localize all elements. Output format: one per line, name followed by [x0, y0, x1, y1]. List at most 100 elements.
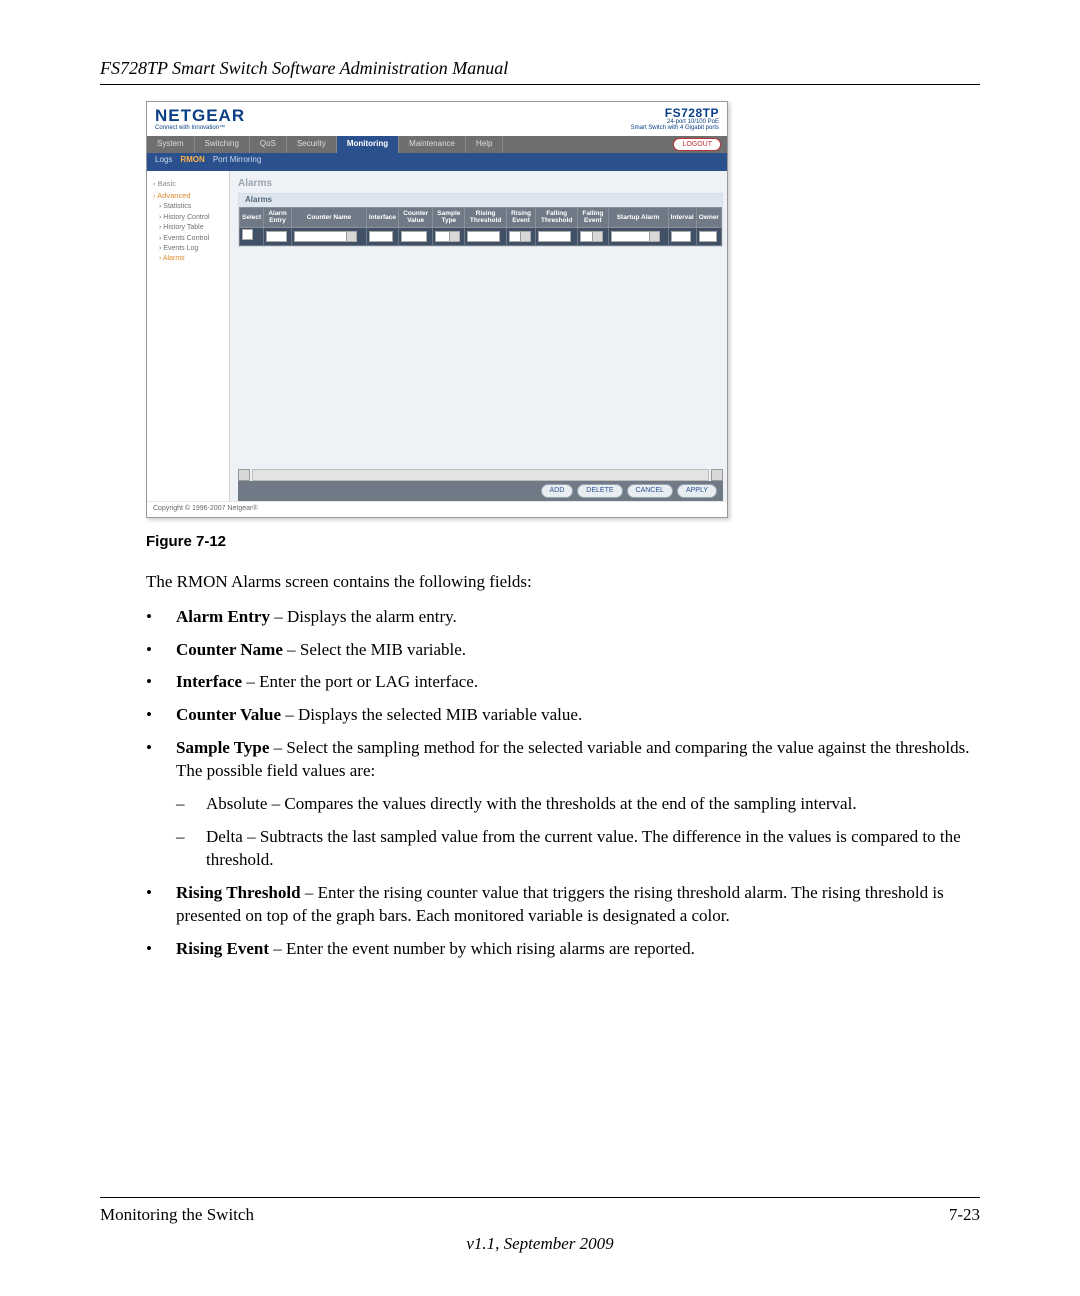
counter-value-input[interactable]: [401, 231, 427, 242]
content-title: Alarms: [238, 177, 723, 191]
col-counter-value: Counter Value: [399, 208, 433, 227]
sublist: Absolute – Compares the values directly …: [176, 793, 980, 872]
copyright: Copyright © 1996-2007 Netgear®: [147, 501, 727, 517]
list-item: Sample Type – Select the sampling method…: [146, 737, 980, 872]
horizontal-scrollbar[interactable]: [238, 469, 723, 481]
list-item: Counter Value – Displays the selected MI…: [146, 704, 980, 727]
list-term: Rising Threshold: [176, 883, 301, 902]
list-desc: – Displays the selected MIB variable val…: [281, 705, 582, 724]
scroll-track[interactable]: [252, 469, 709, 481]
list-term: Counter Name: [176, 640, 283, 659]
startup-alarm-select[interactable]: [611, 231, 661, 242]
tab-switching[interactable]: Switching: [195, 136, 250, 153]
panel-title: Alarms: [239, 194, 722, 207]
secondary-nav: Logs RMON Port Mirroring: [147, 153, 727, 171]
app-header: NETGEAR Connect with Innovation™ FS728TP…: [147, 102, 727, 136]
sidebar-item-history-table[interactable]: History Table: [159, 223, 225, 232]
scroll-left-icon[interactable]: [238, 469, 250, 481]
col-counter-name: Counter Name: [291, 208, 366, 227]
sidebar-group-basic[interactable]: Basic: [153, 179, 225, 189]
logout-button[interactable]: LOGOUT: [673, 138, 721, 151]
list-desc: – Displays the alarm entry.: [270, 607, 457, 626]
list-item: Rising Event – Enter the event number by…: [146, 938, 980, 961]
brand-name: NETGEAR: [155, 107, 245, 124]
action-bar: ADD DELETE CANCEL APPLY: [238, 481, 723, 501]
list-item: Counter Name – Select the MIB variable.: [146, 639, 980, 662]
sidebar-item-alarms[interactable]: Alarms: [159, 254, 225, 263]
model-sub2: Smart Switch with 4 Gigabit ports: [631, 125, 719, 131]
field-list: Alarm Entry – Displays the alarm entry. …: [146, 606, 980, 961]
col-rising-event: Rising Event: [506, 208, 535, 227]
add-button[interactable]: ADD: [541, 484, 574, 498]
col-select: Select: [240, 208, 264, 227]
tab-qos[interactable]: QoS: [250, 136, 287, 153]
sidebar: Basic Advanced Statistics History Contro…: [147, 171, 230, 501]
tab-maintenance[interactable]: Maintenance: [399, 136, 466, 153]
interface-input[interactable]: [369, 231, 393, 242]
falling-event-select[interactable]: [580, 231, 603, 242]
brand-tagline: Connect with Innovation™: [155, 124, 245, 132]
list-term: Interface: [176, 672, 242, 691]
tab-monitoring[interactable]: Monitoring: [337, 136, 399, 153]
list-desc: – Select the sampling method for the sel…: [176, 738, 969, 780]
alarms-table: Select Alarm Entry Counter Name Interfac…: [239, 207, 722, 245]
col-startup-alarm: Startup Alarm: [608, 208, 668, 227]
sample-type-select[interactable]: [435, 231, 459, 242]
page-footer: Monitoring the Switch 7-23 v1.1, Septemb…: [100, 1197, 980, 1256]
alarms-panel: Alarms Select Alarm Entry Counter Name I…: [238, 193, 723, 246]
sublist-item: Delta – Subtracts the last sampled value…: [176, 826, 980, 872]
col-interface: Interface: [366, 208, 398, 227]
apply-button[interactable]: APPLY: [677, 484, 717, 498]
falling-threshold-input[interactable]: [538, 231, 571, 242]
subtab-port-mirroring[interactable]: Port Mirroring: [213, 155, 261, 166]
list-desc: – Enter the port or LAG interface.: [242, 672, 478, 691]
col-falling-threshold: Falling Threshold: [536, 208, 578, 227]
list-desc: – Enter the event number by which rising…: [269, 939, 695, 958]
manual-page: FS728TP Smart Switch Software Administra…: [0, 0, 1080, 1296]
list-desc: – Select the MIB variable.: [283, 640, 466, 659]
sidebar-item-history-control[interactable]: History Control: [159, 213, 225, 222]
delete-button[interactable]: DELETE: [577, 484, 622, 498]
rising-threshold-input[interactable]: [467, 231, 500, 242]
counter-name-select[interactable]: [294, 231, 357, 242]
subtab-logs[interactable]: Logs: [155, 155, 172, 166]
sidebar-item-events-log[interactable]: Events Log: [159, 244, 225, 253]
running-head: FS728TP Smart Switch Software Administra…: [100, 56, 980, 80]
owner-input[interactable]: [699, 231, 717, 242]
rising-event-select[interactable]: [509, 231, 531, 242]
scroll-right-icon[interactable]: [711, 469, 723, 481]
content: Alarms Alarms Select Alarm Entry Counter…: [230, 171, 727, 501]
row-checkbox-icon[interactable]: [242, 229, 253, 240]
list-term: Rising Event: [176, 939, 269, 958]
brand: NETGEAR Connect with Innovation™: [155, 107, 245, 132]
list-term: Alarm Entry: [176, 607, 270, 626]
footer-left: Monitoring the Switch: [100, 1204, 254, 1227]
sidebar-item-statistics[interactable]: Statistics: [159, 202, 225, 211]
model-block: FS728TP 24-port 10/100 PoE Smart Switch …: [631, 107, 719, 131]
col-sample-type: Sample Type: [433, 208, 465, 227]
table-row: [240, 227, 722, 245]
tab-security[interactable]: Security: [287, 136, 337, 153]
footer-right: 7-23: [949, 1204, 980, 1227]
col-owner: Owner: [696, 208, 721, 227]
sublist-item: Absolute – Compares the values directly …: [176, 793, 980, 816]
tab-help[interactable]: Help: [466, 136, 503, 153]
col-falling-event: Falling Event: [578, 208, 609, 227]
list-term: Counter Value: [176, 705, 281, 724]
col-rising-threshold: Rising Threshold: [465, 208, 507, 227]
alarm-entry-input[interactable]: [266, 231, 286, 242]
intro-text: The RMON Alarms screen contains the foll…: [146, 571, 980, 594]
sidebar-group-advanced[interactable]: Advanced: [153, 191, 225, 201]
cancel-button[interactable]: CANCEL: [627, 484, 673, 498]
col-alarm-entry: Alarm Entry: [264, 208, 292, 227]
primary-nav: System Switching QoS Security Monitoring…: [147, 136, 727, 153]
list-item: Interface – Enter the port or LAG interf…: [146, 671, 980, 694]
sidebar-item-events-control[interactable]: Events Control: [159, 234, 225, 243]
list-item: Rising Threshold – Enter the rising coun…: [146, 882, 980, 928]
subtab-rmon[interactable]: RMON: [180, 155, 204, 166]
rule-bottom: [100, 1197, 980, 1198]
interval-input[interactable]: [671, 231, 692, 242]
rule-top: [100, 84, 980, 85]
col-interval: Interval: [668, 208, 696, 227]
tab-system[interactable]: System: [147, 136, 195, 153]
